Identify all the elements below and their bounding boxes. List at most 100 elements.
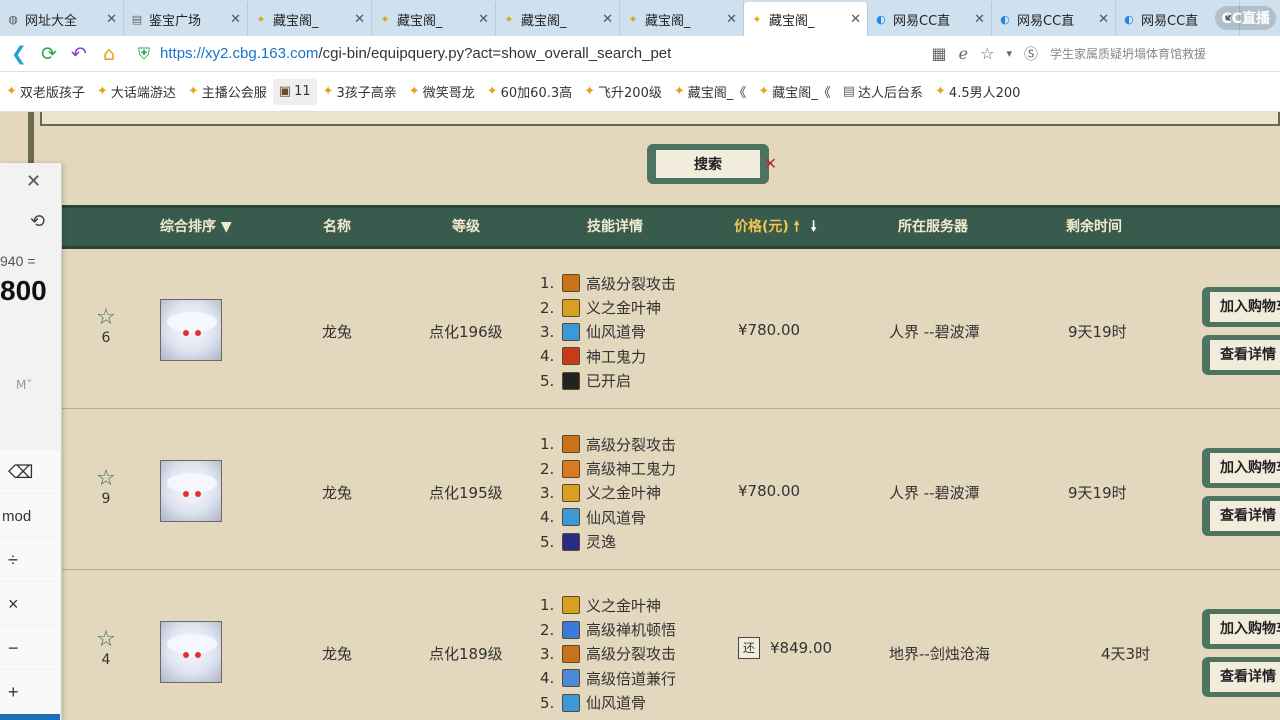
pet-thumbnail[interactable] (160, 460, 222, 522)
cc-icon: ◐ (1124, 12, 1134, 26)
multiply-key[interactable]: × (0, 582, 60, 625)
frame-decoration (28, 112, 34, 164)
bookmark-item[interactable]: ✦ 藏宝阁_《 (752, 79, 836, 105)
close-icon[interactable]: ✕ (478, 12, 489, 27)
bookmark-item[interactable]: ✦ 藏宝阁_《 (668, 79, 752, 105)
equals-key[interactable] (0, 714, 60, 720)
minus-key[interactable]: − (0, 626, 60, 669)
browser-tab[interactable]: ✦ 藏宝阁_ ✕ (372, 2, 496, 36)
home-icon[interactable]: ⌂ (94, 39, 124, 69)
skill-icon (562, 371, 580, 390)
close-icon[interactable]: ✕ (602, 12, 613, 27)
pet-name[interactable]: 龙兔 (322, 482, 352, 503)
pet-thumbnail[interactable] (160, 621, 222, 683)
close-icon[interactable]: ✕ (726, 12, 737, 27)
history-icon[interactable]: ⟲ (30, 211, 45, 232)
search-hint[interactable]: 学生家属质疑坍塌体育馆救援 (1050, 45, 1270, 62)
close-icon[interactable]: ✕ (974, 12, 985, 27)
pet-level: 点化189级 (429, 645, 503, 663)
bookmark-item[interactable]: ✦ 飞升200级 (578, 79, 668, 105)
skill-item[interactable]: 4. 神工鬼力 (540, 344, 676, 368)
close-icon[interactable]: ✕ (26, 171, 41, 192)
tab-label: 藏宝阁_ (273, 13, 319, 29)
bookmark-item[interactable]: ✦ 4.5男人200 (929, 79, 1026, 105)
pet-thumbnail[interactable] (160, 299, 222, 361)
add-to-cart-button[interactable]: 加入购物车 (1202, 287, 1280, 327)
browser-tab[interactable]: ◐ 网易CC直 ✕ (992, 2, 1116, 36)
chevron-down-icon[interactable]: ▾ (1006, 47, 1012, 60)
plus-key[interactable]: + (0, 670, 60, 713)
bookmark-item[interactable]: ✦ 双老版孩子 (0, 79, 91, 105)
bookmark-label: 飞升200级 (598, 86, 662, 101)
mod-key[interactable]: mod (0, 494, 60, 537)
bookmark-icon: ✦ (96, 84, 108, 99)
sort-overall-header[interactable]: 综合排序 ▼ (160, 208, 232, 246)
search-button[interactable]: 搜索 ✕ (647, 144, 777, 184)
favorite-button[interactable]: ☆ 6 (92, 305, 120, 346)
bookmark-item[interactable]: ✦ 大话端游达 (91, 79, 182, 105)
qr-icon[interactable]: ▦ (932, 44, 947, 63)
browser-tab[interactable]: ✦ 藏宝阁_ ✕ (248, 2, 372, 36)
globe-icon: ◍ (8, 12, 18, 26)
skill-item[interactable]: 4. 仙风道骨 (540, 505, 676, 529)
skill-item[interactable]: 3. 高级分裂攻击 (540, 642, 676, 666)
refresh-icon[interactable]: ⟳ (34, 39, 64, 69)
bookmark-item[interactable]: ✦ 主播公会服 (182, 79, 273, 105)
browser-tab[interactable]: ✦ 藏宝阁_ ✕ (496, 2, 620, 36)
browser-tab[interactable]: ◍ 网址大全 ✕ (0, 2, 124, 36)
skill-item[interactable]: 2. 义之金叶神 (540, 295, 676, 319)
browser-tab[interactable]: ✦ 藏宝阁_ ✕ (744, 2, 868, 36)
skill-item[interactable]: 1. 义之金叶神 (540, 593, 676, 617)
skill-item[interactable]: 1. 高级分裂攻击 (540, 271, 676, 295)
url-field[interactable]: ⛨ https://xy2.cbg.163.com/cgi-bin/equipq… (138, 44, 932, 64)
search-engine-icon: Ⓢ (1024, 46, 1038, 63)
add-to-cart-button[interactable]: 加入购物车 (1202, 609, 1280, 649)
skill-item[interactable]: 2. 高级神工鬼力 (540, 456, 676, 480)
favorite-button[interactable]: ☆ 9 (92, 466, 120, 507)
back-arrow-icon[interactable]: ❮ (4, 39, 34, 69)
skill-item[interactable]: 3. 义之金叶神 (540, 481, 676, 505)
table-row: ☆ 9 龙兔 点化195级 1. 高级分裂攻击 2. 高级神工鬼力 3. 义之金叶神 4. 仙风… (62, 410, 1280, 570)
skill-item[interactable]: 1. 高级分裂攻击 (540, 432, 676, 456)
close-icon[interactable]: ✕ (354, 12, 365, 27)
skill-item[interactable]: 5. 灵逸 (540, 530, 676, 554)
backspace-key[interactable]: ⌫ (0, 450, 60, 493)
skill-item[interactable]: 3. 仙风道骨 (540, 320, 676, 344)
divide-key[interactable]: ÷ (0, 538, 60, 581)
bookmark-icon: ✦ (758, 84, 770, 99)
close-icon[interactable]: ✕ (1098, 12, 1109, 27)
view-details-button[interactable]: 查看详情 (1202, 496, 1280, 536)
bookmark-item[interactable]: ▤ 达人后台系 (837, 79, 929, 105)
close-icon[interactable]: ✕ (230, 12, 241, 27)
price-header[interactable]: 价格(元) 🠕 🠗 (734, 208, 817, 246)
skill-item[interactable]: 5. 仙风道骨 (540, 691, 676, 715)
browser-tab[interactable]: ◐ 网易CC直 ✕ (868, 2, 992, 36)
pet-name[interactable]: 龙兔 (322, 643, 352, 664)
bookmark-label: 达人后台系 (858, 86, 924, 101)
bookmark-label: 藏宝阁_《 (772, 86, 831, 101)
bookmark-item[interactable]: ▣ 11 (272, 78, 317, 105)
memory-button[interactable]: M˅ (16, 378, 32, 392)
skill-item[interactable]: 5. 已开启 (540, 369, 676, 393)
view-details-button[interactable]: 查看详情 (1202, 335, 1280, 375)
add-to-cart-button[interactable]: 加入购物车 (1202, 448, 1280, 488)
bookmark-item[interactable]: ✦ 3孩子高亲 (317, 79, 403, 105)
cbg-icon: ✦ (504, 12, 514, 26)
view-details-button[interactable]: 查看详情 (1202, 657, 1280, 697)
skill-item[interactable]: 4. 高级倍道兼行 (540, 666, 676, 690)
bookmark-item[interactable]: ✦ 微笑哥龙 (403, 79, 481, 105)
undo-icon[interactable]: ↶ (64, 39, 94, 69)
ie-icon[interactable]: ℯ (959, 44, 968, 63)
skill-name: 义之金叶神 (586, 596, 662, 615)
close-icon[interactable]: ✕ (850, 12, 861, 27)
game-icon: ▣ (278, 84, 292, 99)
close-icon[interactable]: ✕ (106, 12, 117, 27)
browser-tab[interactable]: ▤ 鉴宝广场 ✕ (124, 2, 248, 36)
browser-tab[interactable]: ✦ 藏宝阁_ ✕ (620, 2, 744, 36)
star-icon[interactable]: ☆ (980, 44, 994, 63)
skill-item[interactable]: 2. 高级禅机顿悟 (540, 617, 676, 641)
price-value: ¥849.00 (770, 639, 833, 657)
bookmark-item[interactable]: ✦ 60加60.3高 (481, 79, 578, 105)
favorite-button[interactable]: ☆ 4 (92, 627, 120, 668)
pet-name[interactable]: 龙兔 (322, 321, 352, 342)
